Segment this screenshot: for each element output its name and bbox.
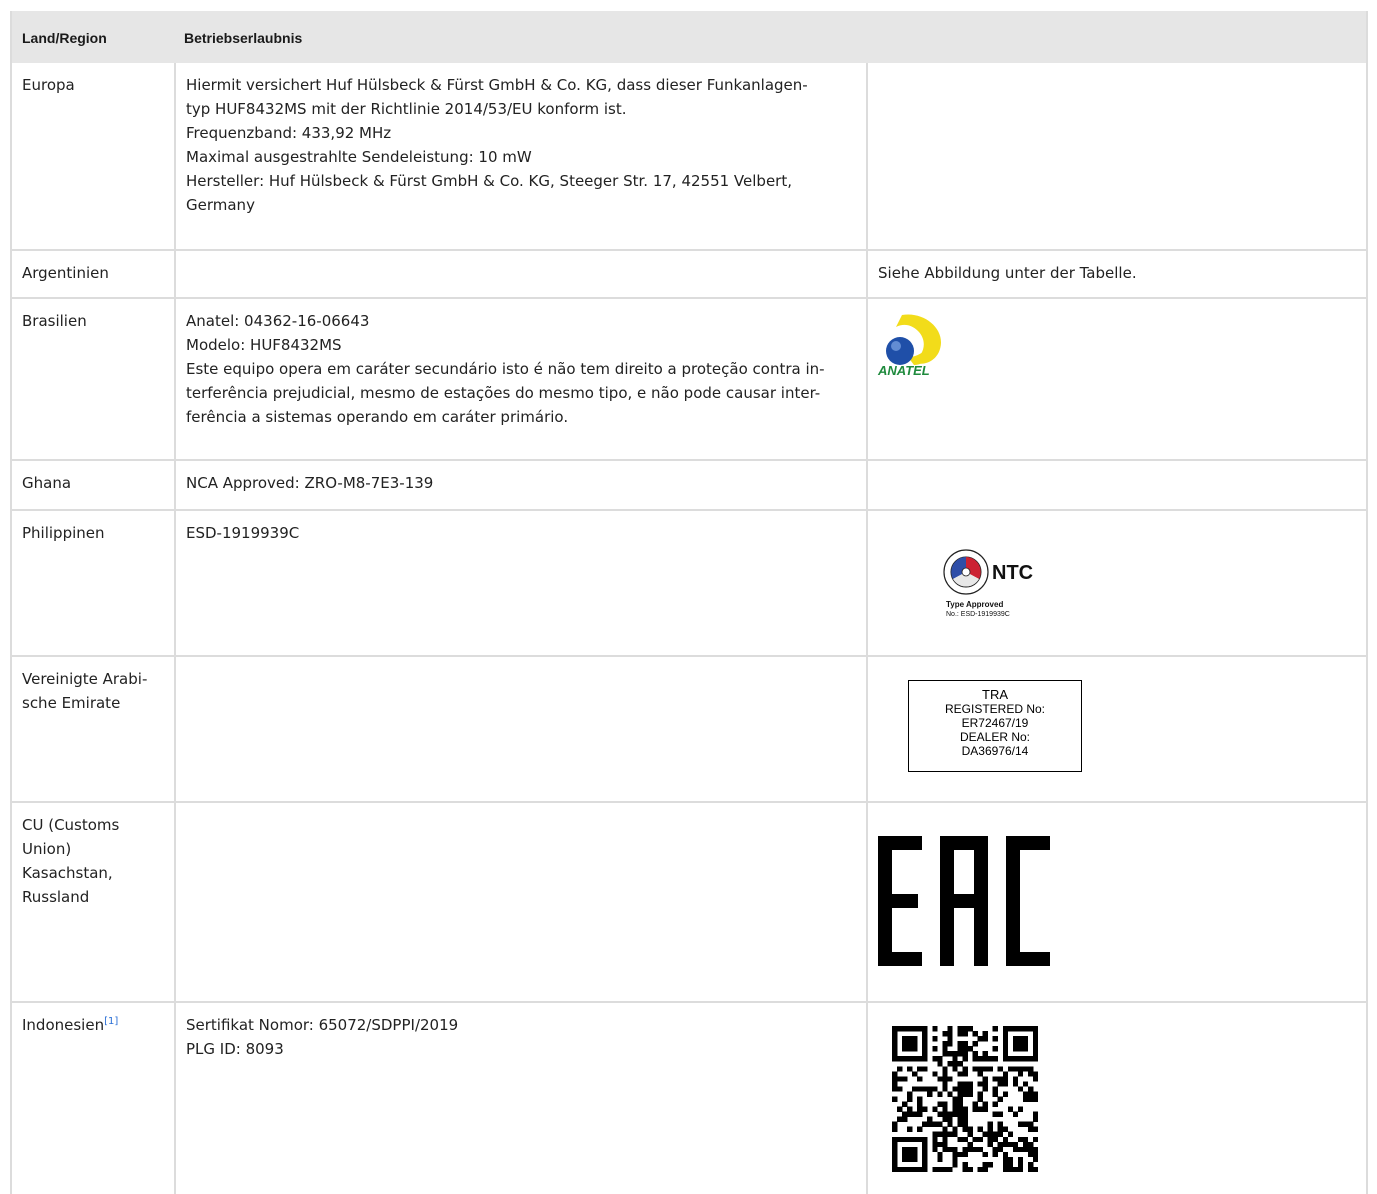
- svg-text:Type Approved: Type Approved: [946, 600, 1003, 609]
- table-row: Argentinien Siehe Abbildung unter der Ta…: [12, 251, 1366, 299]
- permit-cell: NCA Approved: ZRO-M8-7E3-139: [186, 474, 434, 492]
- svg-text:NTC: NTC: [992, 562, 1033, 584]
- region-cell: CU (Customs Union) Kasachstan, Russland: [22, 816, 120, 906]
- region-cell: Philippinen: [22, 524, 105, 542]
- certification-table: Land/Region Betriebserlaubnis Europa Hie…: [10, 11, 1368, 1194]
- table-row: Philippinen ESD-1919939C: [12, 511, 1366, 657]
- svg-text:No.: ESD-1919939C: No.: ESD-1919939C: [946, 611, 1010, 618]
- table-row: CU (Customs Union) Kasachstan, Russland: [12, 803, 1366, 1003]
- anatel-logo: ANATEL: [877, 314, 942, 378]
- svg-text:ANATEL: ANATEL: [877, 363, 930, 378]
- eac-mark: [878, 836, 1050, 966]
- table-row: Europa Hiermit versichert Huf Hülsbeck &…: [12, 63, 1366, 251]
- header-permit: Betriebserlaubnis: [184, 30, 303, 46]
- header-region: Land/Region: [22, 30, 107, 46]
- table-row: Indonesien[1] Sertifikat Nomor: 65072/SD…: [12, 1003, 1366, 1194]
- table-row: Brasilien Anatel: 04362-16-06643 Modelo:…: [12, 299, 1366, 461]
- qr-code: [892, 1026, 1038, 1172]
- table-row: Vereinigte Arabi- sche Emirate: [12, 657, 1366, 803]
- permit-cell: Anatel: 04362-16-06643 Modelo: HUF8432MS…: [174, 299, 866, 459]
- tra-label: TRA REGISTERED No: ER72467/19 DEALER No:…: [908, 680, 1082, 772]
- region-cell: Ghana: [22, 474, 72, 492]
- permit-cell: ESD-1919939C: [186, 524, 300, 542]
- footnote-link[interactable]: [1]: [104, 1016, 118, 1027]
- region-cell: Europa: [22, 76, 75, 94]
- region-cell: Vereinigte Arabi- sche Emirate: [22, 670, 148, 712]
- permit-cell: Sertifikat Nomor: 65072/SDPPI/2019 PLG I…: [174, 1003, 866, 1194]
- ntc-seal: NTC Type Approved No.: ESD-1919939C: [943, 549, 1033, 618]
- table-row: Ghana NCA Approved: ZRO-M8-7E3-139: [12, 461, 1366, 511]
- region-cell: Brasilien: [22, 312, 87, 330]
- region-cell: Argentinien: [22, 264, 109, 282]
- mark-note: Siehe Abbildung unter der Tabelle.: [878, 264, 1137, 282]
- table-header: Land/Region Betriebserlaubnis: [12, 11, 1366, 63]
- region-cell: Indonesien[1]: [22, 1016, 119, 1034]
- permit-cell: Hiermit versichert Huf Hülsbeck & Fürst …: [174, 63, 866, 249]
